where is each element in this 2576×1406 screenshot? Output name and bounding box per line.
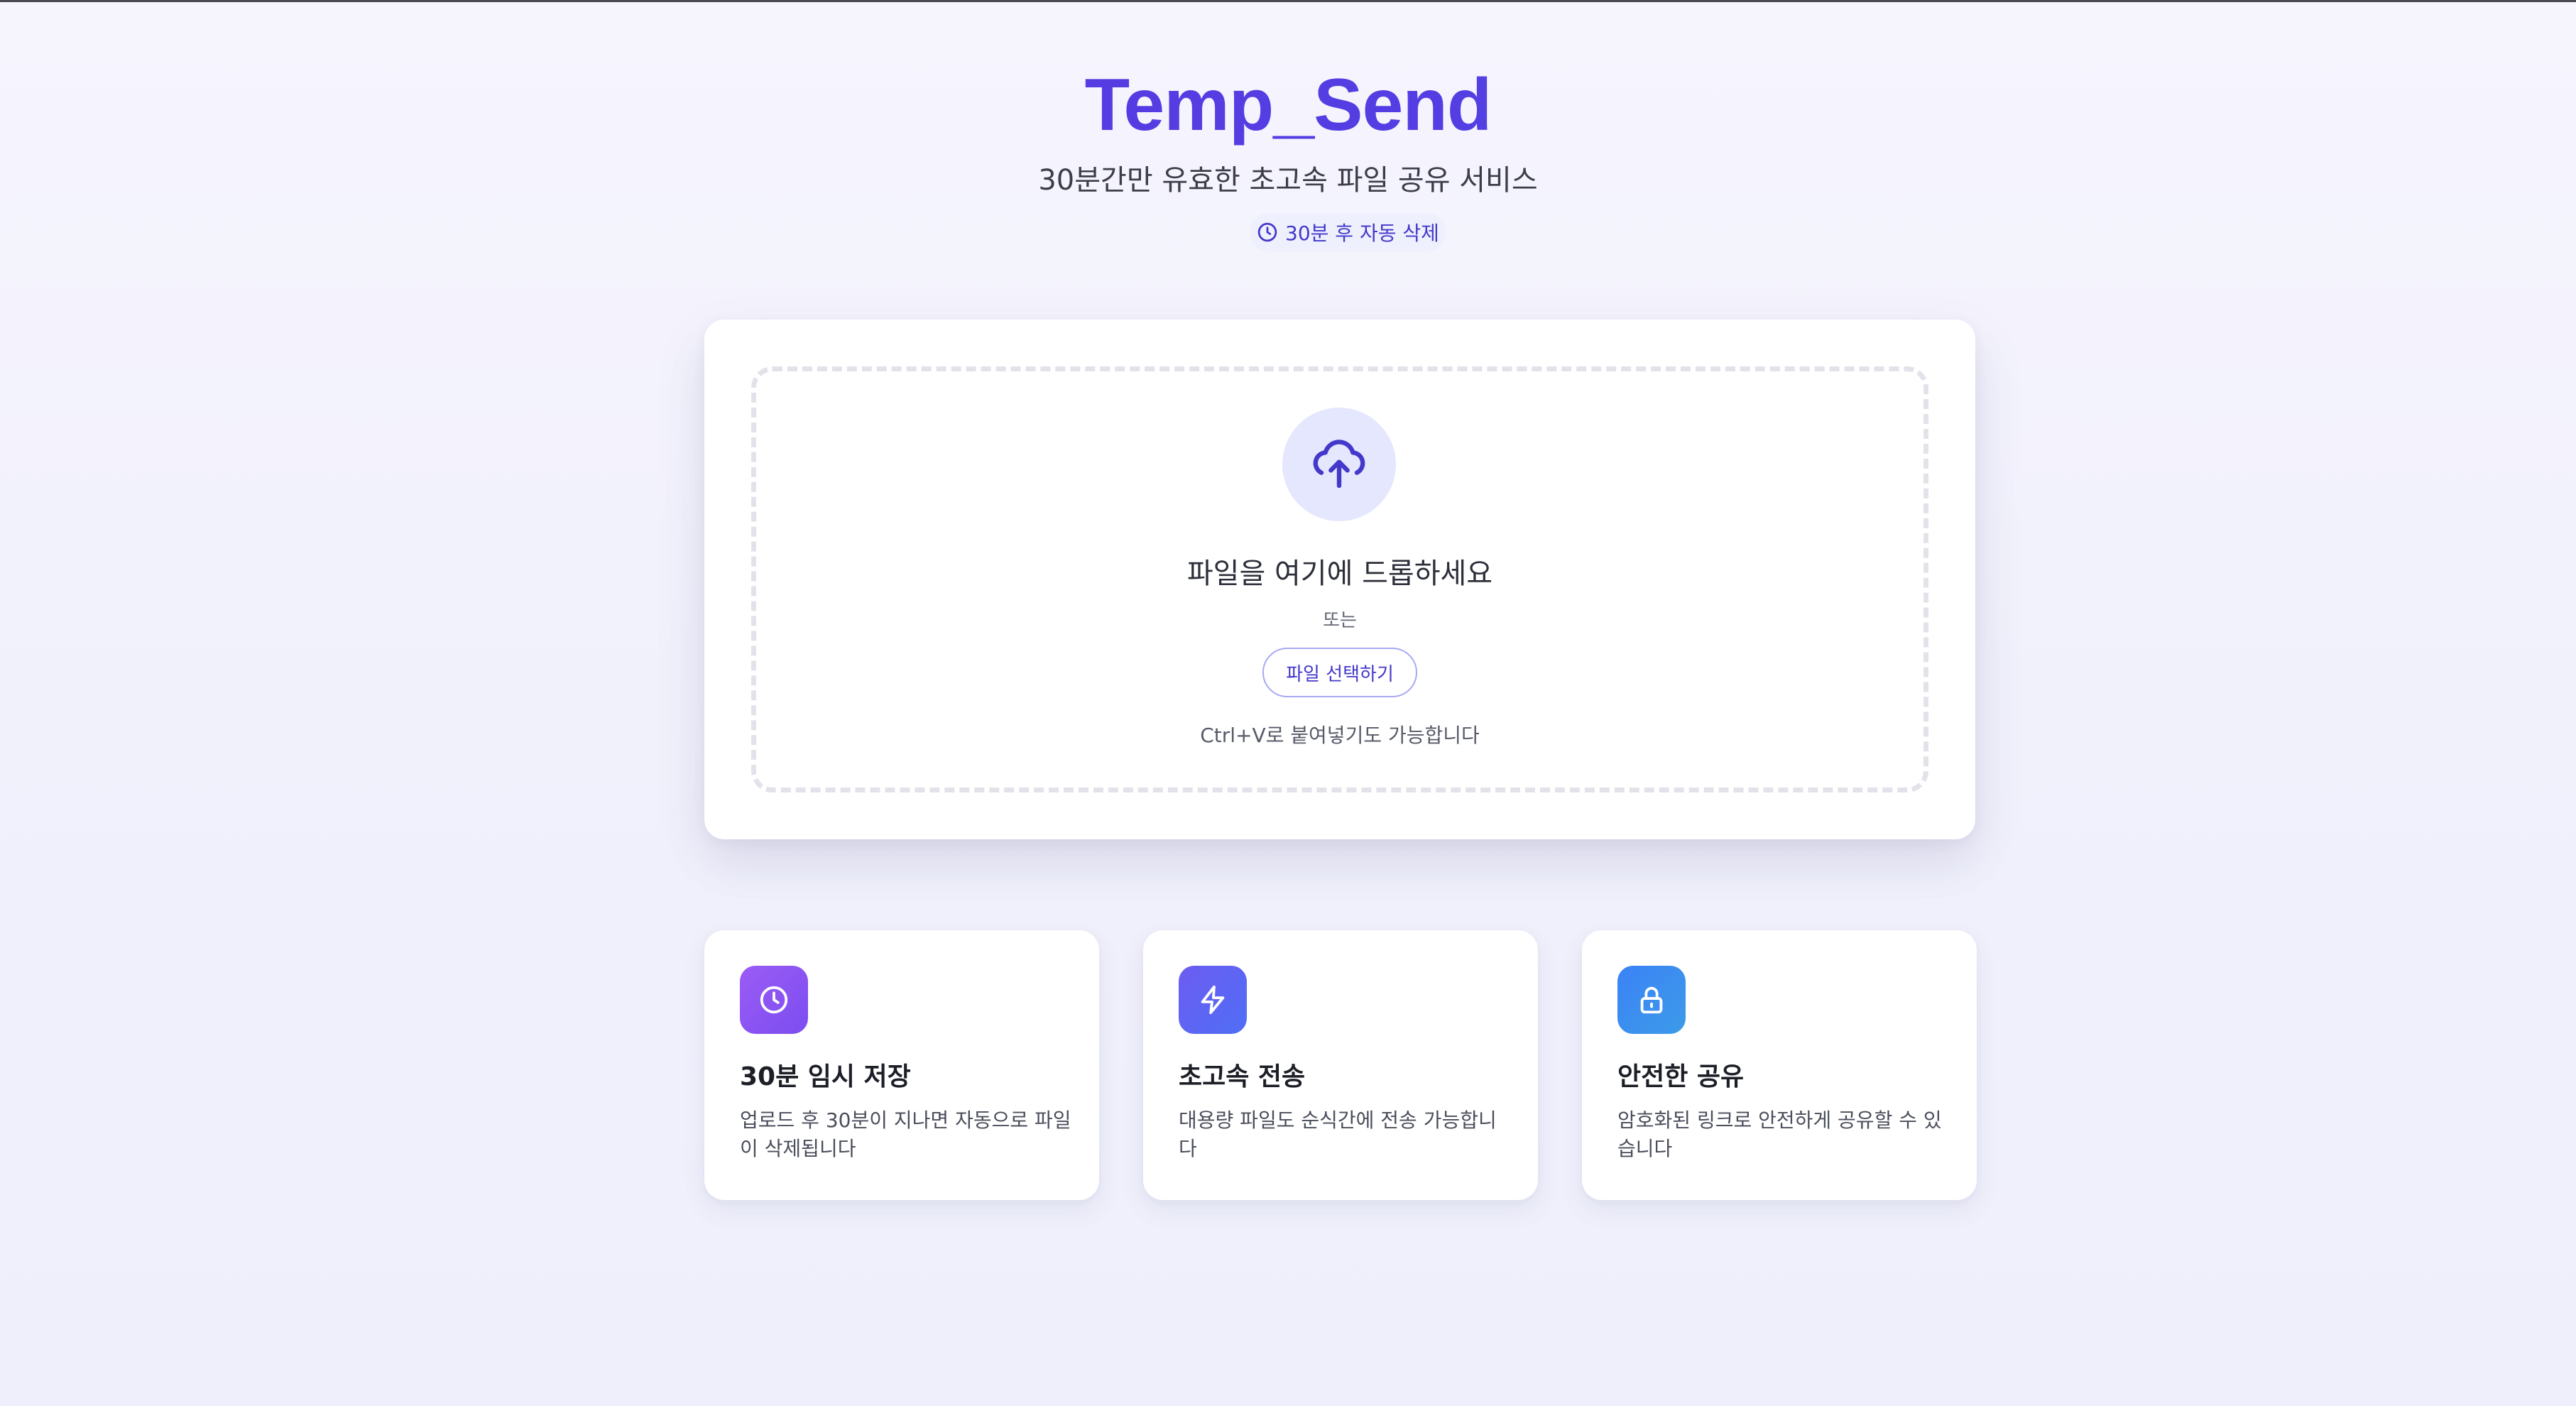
feature-title: 30분 임시 저장 xyxy=(740,1062,911,1091)
app-title: Temp_Send xyxy=(0,62,2576,148)
feature-icon-tile xyxy=(740,966,808,1034)
drop-title: 파일을 여기에 드롭하세요 xyxy=(1186,557,1493,590)
paste-hint: Ctrl+V로 붙여넣기도 가능합니다 xyxy=(1200,724,1480,747)
clock-icon xyxy=(1257,222,1278,243)
app-subtitle: 30분간만 유효한 초고속 파일 공유 서비스 xyxy=(1038,164,1538,197)
auto-delete-badge: 30분 후 자동 삭제 xyxy=(1250,213,1446,251)
feature-description: 암호화된 링크로 안전하게 공유할 수 있습니다 xyxy=(1617,1108,1942,1160)
or-separator: 또는 xyxy=(1323,610,1357,631)
clock-icon xyxy=(758,983,790,1016)
lock-icon xyxy=(1635,983,1668,1016)
upload-icon-circle xyxy=(1282,408,1396,521)
feature-icon-tile xyxy=(1179,966,1247,1034)
feature-card-temporary-storage: 30분 임시 저장 업로드 후 30분이 지나면 자동으로 파일이 삭제됩니다 xyxy=(704,930,1099,1200)
upload-card: 파일을 여기에 드롭하세요 또는 파일 선택하기 Ctrl+V로 붙여넣기도 가… xyxy=(704,320,1975,839)
lightning-icon xyxy=(1196,983,1229,1016)
feature-description: 업로드 후 30분이 지나면 자동으로 파일이 삭제됩니다 xyxy=(740,1108,1071,1160)
feature-card-secure-sharing: 안전한 공유 암호화된 링크로 안전하게 공유할 수 있습니다 xyxy=(1582,930,1977,1200)
feature-icon-tile xyxy=(1617,966,1686,1034)
window-top-border xyxy=(0,0,2576,2)
badge-label: 30분 후 자동 삭제 xyxy=(1285,222,1439,245)
feature-description: 대용량 파일도 순식간에 전송 가능합니다 xyxy=(1179,1108,1497,1160)
select-file-button[interactable]: 파일 선택하기 xyxy=(1262,648,1417,697)
cloud-upload-icon xyxy=(1311,436,1368,493)
feature-title: 안전한 공유 xyxy=(1617,1062,1745,1091)
feature-title: 초고속 전송 xyxy=(1179,1062,1306,1091)
feature-card-fast-transfer: 초고속 전송 대용량 파일도 순식간에 전송 가능합니다 xyxy=(1143,930,1538,1200)
